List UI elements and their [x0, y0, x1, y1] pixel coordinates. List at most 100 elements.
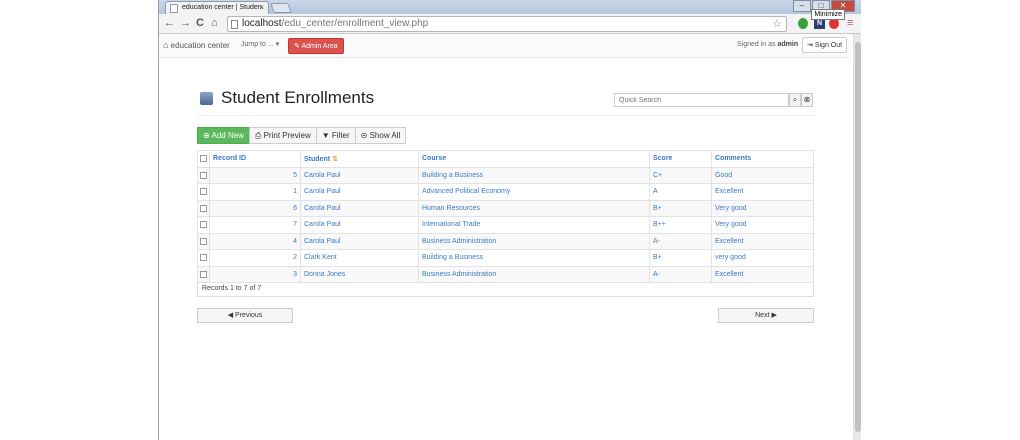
admin-area-label: Admin Area: [301, 43, 338, 50]
header-student[interactable]: Student ⇅: [300, 150, 419, 168]
row-checkbox[interactable]: [200, 237, 207, 245]
search-icon[interactable]: ⌕: [789, 93, 801, 107]
extension-green-icon[interactable]: [798, 18, 808, 29]
cell-comments[interactable]: Very good: [711, 216, 814, 234]
header-score[interactable]: Score: [649, 150, 712, 168]
table-row[interactable]: 3 Donna Jones Business Administration A-…: [197, 265, 814, 283]
header-course[interactable]: Course: [418, 150, 650, 168]
tab-title: education center | Studen: [182, 4, 262, 11]
cell-course[interactable]: Building a Business: [418, 166, 650, 184]
table-row[interactable]: 2 Clark Kent Building a Business B+ very…: [197, 249, 814, 267]
table-row[interactable]: 1 Carola Paul Advanced Political Economy…: [197, 183, 814, 201]
home-icon: ⌂: [163, 40, 169, 50]
select-all-cell: [197, 150, 210, 168]
cell-student[interactable]: Carola Paul: [300, 216, 419, 234]
browser-menu-icon[interactable]: ≡: [847, 17, 853, 29]
table-row[interactable]: 5 Carola Paul Building a Business C+ Goo…: [197, 166, 814, 184]
cell-score[interactable]: B++: [649, 216, 712, 234]
cell-course[interactable]: Building a Business: [418, 249, 650, 267]
row-checkbox[interactable]: [200, 171, 207, 179]
cell-course[interactable]: Advanced Political Economy: [418, 183, 650, 201]
cell-comments[interactable]: Excellent: [711, 232, 814, 250]
back-icon[interactable]: ←: [164, 17, 175, 29]
app-navbar: ⌂ education center Jump to ... ▾ ✎ Admin…: [159, 35, 849, 58]
cell-comments[interactable]: Excellent: [711, 183, 814, 201]
cell-record-id[interactable]: 1: [209, 183, 301, 201]
cell-record-id[interactable]: 6: [209, 199, 301, 217]
next-button[interactable]: Next ▶: [718, 308, 814, 323]
cell-comments[interactable]: Good: [711, 166, 814, 184]
address-bar[interactable]: localhost/edu_center/enrollment_view.php…: [227, 16, 787, 32]
add-new-button[interactable]: ⊕ Add New: [197, 127, 250, 144]
cell-score[interactable]: B+: [649, 199, 712, 217]
cell-course[interactable]: International Trade: [418, 216, 650, 234]
jump-to-dropdown[interactable]: Jump to ... ▾: [241, 40, 279, 48]
brand-link[interactable]: ⌂ education center: [163, 40, 230, 50]
forward-icon[interactable]: →: [180, 17, 191, 29]
select-all-checkbox[interactable]: [200, 155, 207, 163]
cell-score[interactable]: C+: [649, 166, 712, 184]
cell-score[interactable]: A-: [649, 232, 712, 250]
tab-strip: education center | Studen × – □ ✕ Minimi…: [159, 0, 861, 20]
filter-button[interactable]: ▼ Filter: [315, 127, 356, 144]
filter-icon: ▼: [321, 131, 330, 140]
cell-record-id[interactable]: 3: [209, 265, 301, 283]
plus-circle-icon: ⊕: [203, 131, 210, 140]
cell-course[interactable]: Human Resources: [418, 199, 650, 217]
row-checkbox[interactable]: [200, 188, 207, 196]
table-row[interactable]: 4 Carola Paul Business Administration A-…: [197, 232, 814, 250]
chevron-right-icon: ▶: [771, 312, 777, 319]
cell-score[interactable]: A-: [649, 265, 712, 283]
browser-window: education center | Studen × – □ ✕ Minimi…: [158, 0, 861, 440]
page-scrollbar[interactable]: [853, 34, 861, 440]
cell-comments[interactable]: Excellent: [711, 265, 814, 283]
cell-comments[interactable]: Very good: [711, 199, 814, 217]
bookmark-star-icon[interactable]: ☆: [772, 17, 782, 30]
browser-tab[interactable]: education center | Studen ×: [165, 1, 269, 14]
table-row[interactable]: 6 Carola Paul Human Resources B+ Very go…: [197, 199, 814, 217]
cell-course[interactable]: Business Administration: [418, 265, 650, 283]
table-row[interactable]: 7 Carola Paul International Trade B++ Ve…: [197, 216, 814, 234]
minimize-button[interactable]: –: [793, 0, 811, 12]
row-checkbox[interactable]: [200, 221, 207, 229]
header-comments[interactable]: Comments: [711, 150, 814, 168]
admin-area-button[interactable]: ✎ Admin Area: [288, 38, 344, 54]
cell-record-id[interactable]: 5: [209, 166, 301, 184]
quick-search-input[interactable]: [614, 93, 789, 107]
row-checkbox[interactable]: [200, 254, 207, 262]
filter-label: Filter: [331, 131, 350, 140]
cell-student[interactable]: Carola Paul: [300, 183, 419, 201]
sign-out-button[interactable]: ⇥ Sign Out: [802, 37, 848, 53]
cell-comments[interactable]: very good: [711, 249, 814, 267]
cell-record-id[interactable]: 4: [209, 232, 301, 250]
sign-out-icon: ⇥: [807, 42, 813, 49]
row-checkbox[interactable]: [200, 270, 207, 278]
home-icon[interactable]: ⌂: [211, 17, 218, 29]
table-header-row: Record ID Student ⇅ Course Score Comment…: [197, 150, 814, 168]
clear-search-icon[interactable]: ⊗: [801, 93, 813, 107]
cell-course[interactable]: Business Administration: [418, 232, 650, 250]
caret-down-icon: ▾: [275, 41, 280, 48]
header-record-id[interactable]: Record ID: [209, 150, 301, 168]
cell-student[interactable]: Carola Paul: [300, 199, 419, 217]
cell-student[interactable]: Donna Jones: [300, 265, 419, 283]
cell-record-id[interactable]: 2: [209, 249, 301, 267]
cell-score[interactable]: A: [649, 183, 712, 201]
cell-student[interactable]: Clark Kent: [300, 249, 419, 267]
previous-button[interactable]: ◀ Previous: [197, 308, 293, 323]
row-checkbox[interactable]: [200, 204, 207, 212]
cell-student[interactable]: Carola Paul: [300, 166, 419, 184]
tab-close-icon[interactable]: ×: [259, 3, 264, 12]
reload-icon[interactable]: C: [196, 17, 204, 29]
scrollbar-thumb[interactable]: [855, 42, 861, 432]
cell-record-id[interactable]: 7: [209, 216, 301, 234]
sign-out-label: Sign Out: [814, 42, 843, 49]
print-preview-button[interactable]: ⎙ Print Preview: [248, 127, 317, 144]
show-all-button[interactable]: ⊝ Show All: [354, 127, 407, 144]
cell-student[interactable]: Carola Paul: [300, 232, 419, 250]
new-tab-button[interactable]: [270, 3, 292, 13]
next-label: Next: [755, 312, 770, 319]
wrench-icon: ✎: [294, 43, 300, 50]
sort-icon: ⇅: [332, 155, 338, 163]
cell-score[interactable]: B+: [649, 249, 712, 267]
